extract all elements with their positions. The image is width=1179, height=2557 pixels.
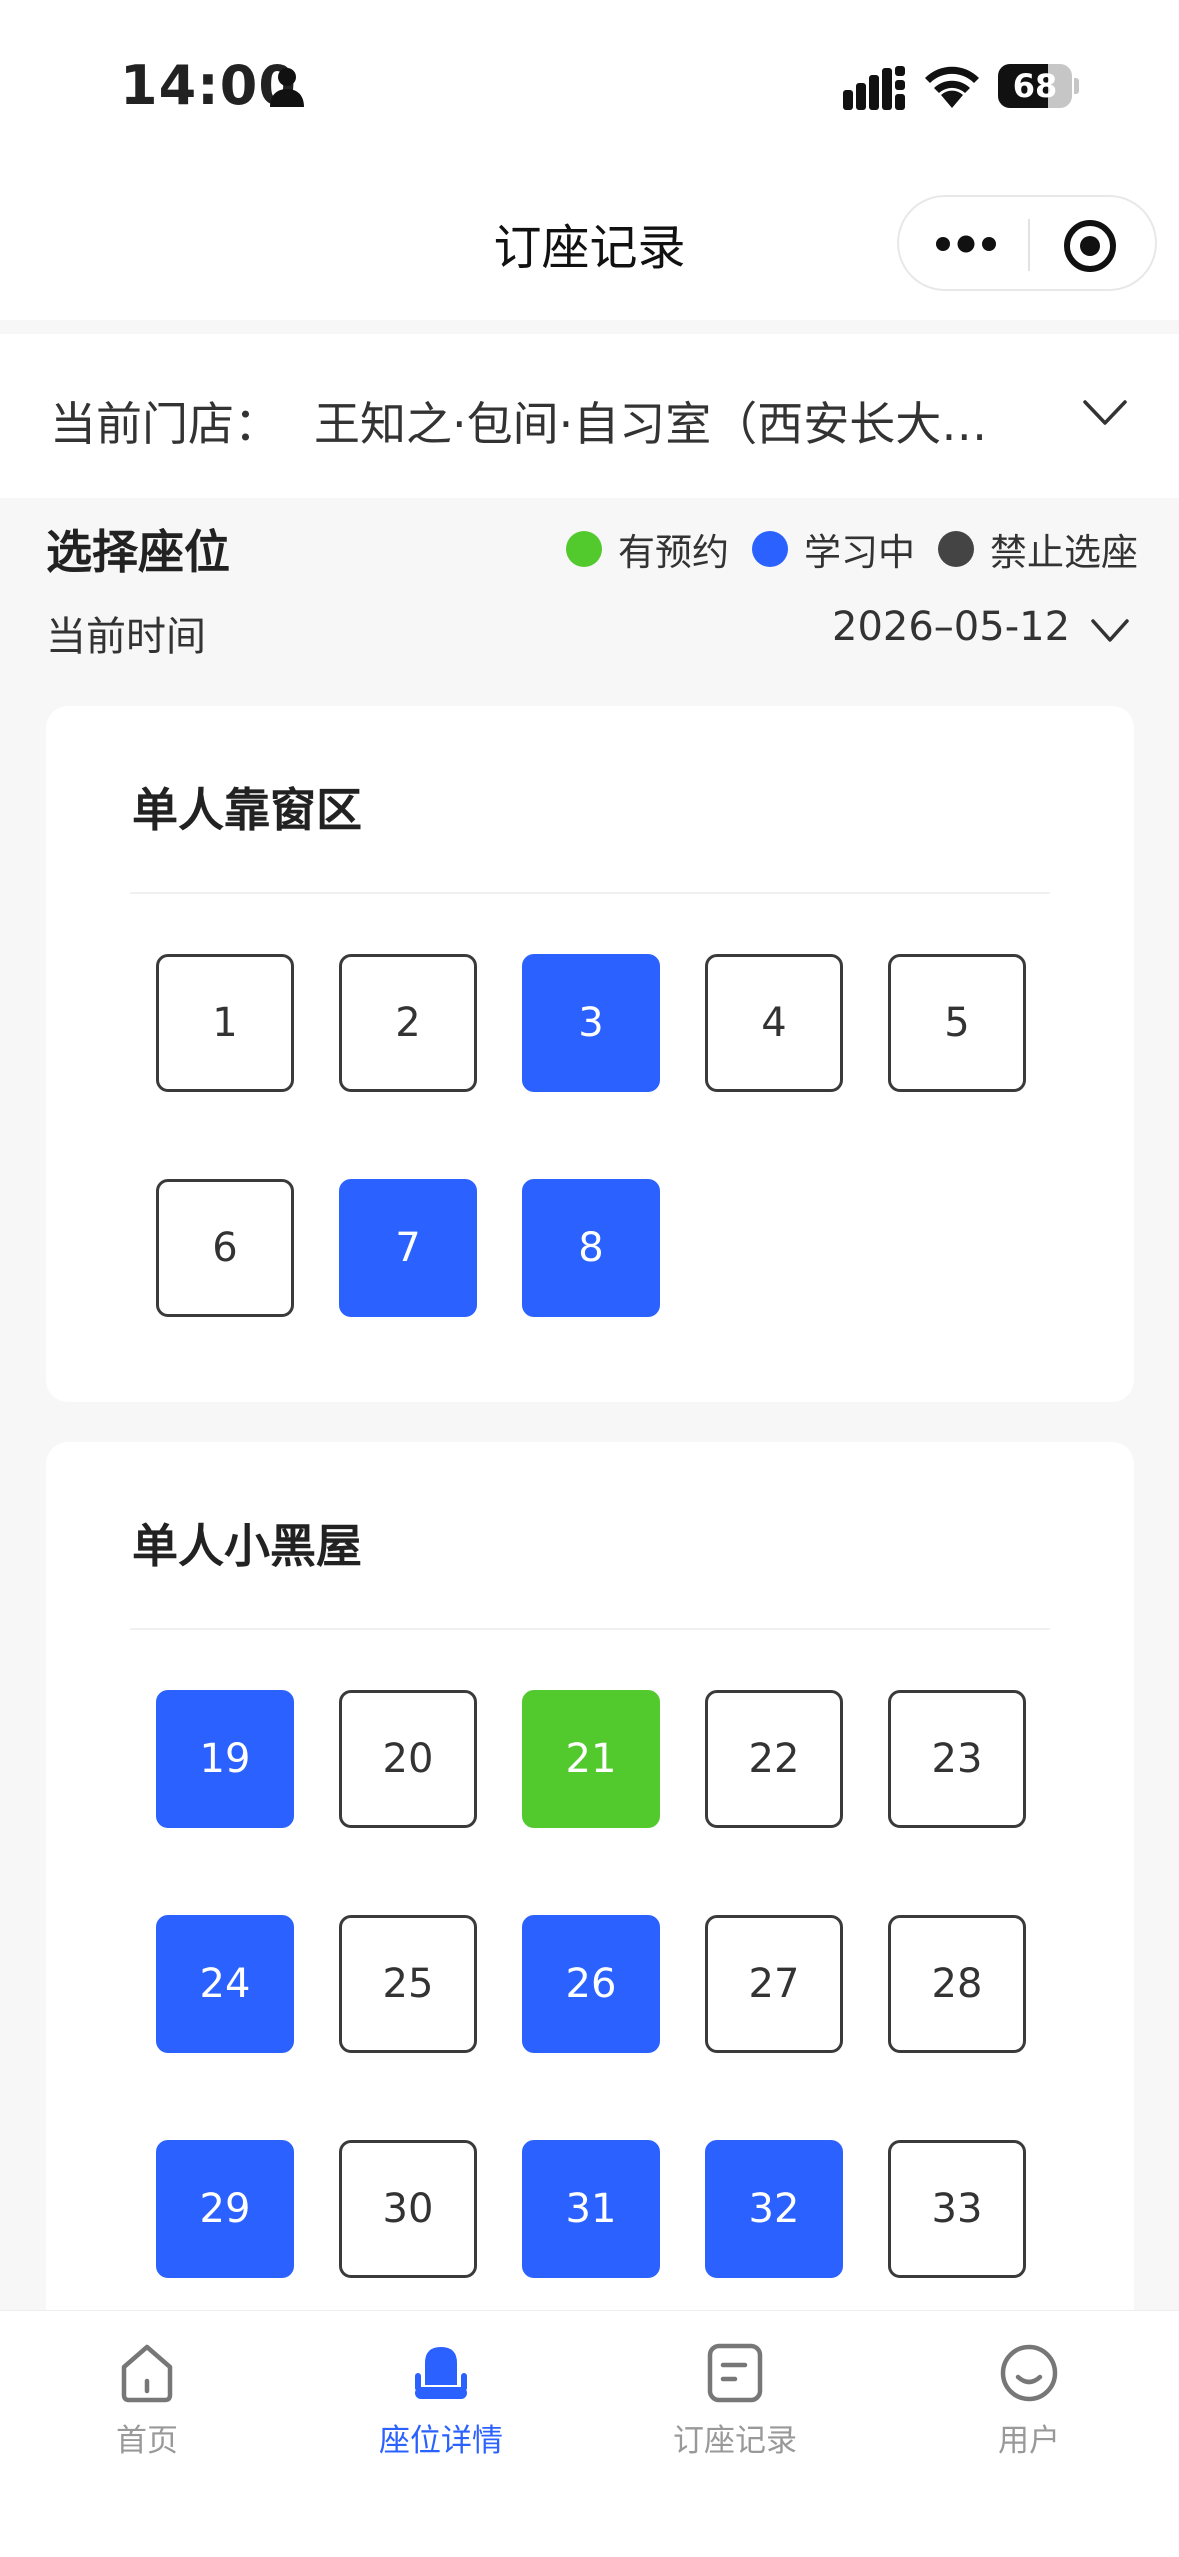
record-icon <box>707 2343 763 2403</box>
store-name[interactable]: 王知之·包间·自习室（西安长大… <box>314 388 1044 454</box>
seat-21[interactable]: 21 <box>522 1690 660 1828</box>
seat-26[interactable]: 26 <box>522 1915 660 2053</box>
seat-8[interactable]: 8 <box>522 1179 660 1317</box>
store-label: 当前门店： <box>50 397 280 451</box>
legend-label: 有预约 <box>618 531 729 574</box>
tab-label: 用户 <box>998 2423 1060 2459</box>
seat-19[interactable]: 19 <box>156 1690 294 1828</box>
seat-30[interactable]: 30 <box>339 2140 477 2278</box>
home-icon <box>121 2344 173 2403</box>
tab-label: 座位详情 <box>379 2423 503 2459</box>
close-miniprogram-icon[interactable] <box>1063 219 1117 273</box>
seat-28[interactable]: 28 <box>888 1915 1026 2053</box>
seat-3[interactable]: 3 <box>522 954 660 1092</box>
section-title: 选择座位 <box>46 525 230 579</box>
tab-user[interactable]: 用户 <box>882 2329 1176 2479</box>
seat-1[interactable]: 1 <box>156 954 294 1092</box>
person-icon <box>270 68 304 107</box>
legend-label: 禁止选座 <box>990 531 1138 574</box>
signal-icon <box>843 66 905 110</box>
seat-27[interactable]: 27 <box>705 1915 843 2053</box>
seat-22[interactable]: 22 <box>705 1690 843 1828</box>
seat-4[interactable]: 4 <box>705 954 843 1092</box>
wifi-icon <box>925 66 979 108</box>
seat-7[interactable]: 7 <box>339 1179 477 1317</box>
tab-booking-record[interactable]: 订座记录 <box>588 2329 882 2479</box>
legend-studying: 学习中 <box>752 524 915 574</box>
seat-6[interactable]: 6 <box>156 1179 294 1317</box>
tab-label: 首页 <box>116 2423 178 2459</box>
seat-23[interactable]: 23 <box>888 1690 1026 1828</box>
legend-dot-disabled <box>938 531 974 567</box>
more-icon[interactable] <box>935 230 997 258</box>
current-time-label: 当前时间 <box>46 614 206 660</box>
seat-31[interactable]: 31 <box>522 2140 660 2278</box>
user-icon <box>1000 2344 1058 2402</box>
seat-24[interactable]: 24 <box>156 1915 294 2053</box>
zone-card: 单人小黑屋 19 20 21 22 23 24 25 26 27 28 29 30 31 32 33 <box>46 1442 1134 2442</box>
legend-disabled: 禁止选座 <box>938 524 1138 574</box>
seat-29[interactable]: 29 <box>156 2140 294 2278</box>
seat-32[interactable]: 32 <box>705 2140 843 2278</box>
legend-dot-studying <box>752 531 788 567</box>
seat-33[interactable]: 33 <box>888 2140 1026 2278</box>
legend-dot-reserved <box>566 531 602 567</box>
date-picker[interactable]: 2026–05-12 <box>832 604 1070 650</box>
zone-title: 单人靠窗区 <box>132 783 362 837</box>
seat-20[interactable]: 20 <box>339 1690 477 1828</box>
tab-label: 订座记录 <box>673 2423 797 2459</box>
tab-seat-detail[interactable]: 座位详情 <box>294 2329 588 2479</box>
seat-25[interactable]: 25 <box>339 1915 477 2053</box>
tab-bar: 首页 座位详情 订座记录 用户 <box>0 2310 1179 2557</box>
mini-program-capsule <box>897 195 1157 291</box>
zone-title: 单人小黑屋 <box>132 1519 362 1573</box>
chevron-down-icon[interactable] <box>1090 618 1130 644</box>
zone-card: 单人靠窗区 12345 678 <box>46 706 1134 1402</box>
seat-5[interactable]: 5 <box>888 954 1026 1092</box>
seat-icon <box>415 2347 467 2399</box>
tab-home[interactable]: 首页 <box>0 2329 294 2479</box>
seat-2[interactable]: 2 <box>339 954 477 1092</box>
legend-reserved: 有预约 <box>566 524 729 574</box>
chevron-down-icon[interactable] <box>1082 398 1128 428</box>
battery-level-text: 68 <box>1012 67 1058 105</box>
legend-label: 学习中 <box>804 531 915 574</box>
battery-indicator: 68 <box>998 64 1079 108</box>
